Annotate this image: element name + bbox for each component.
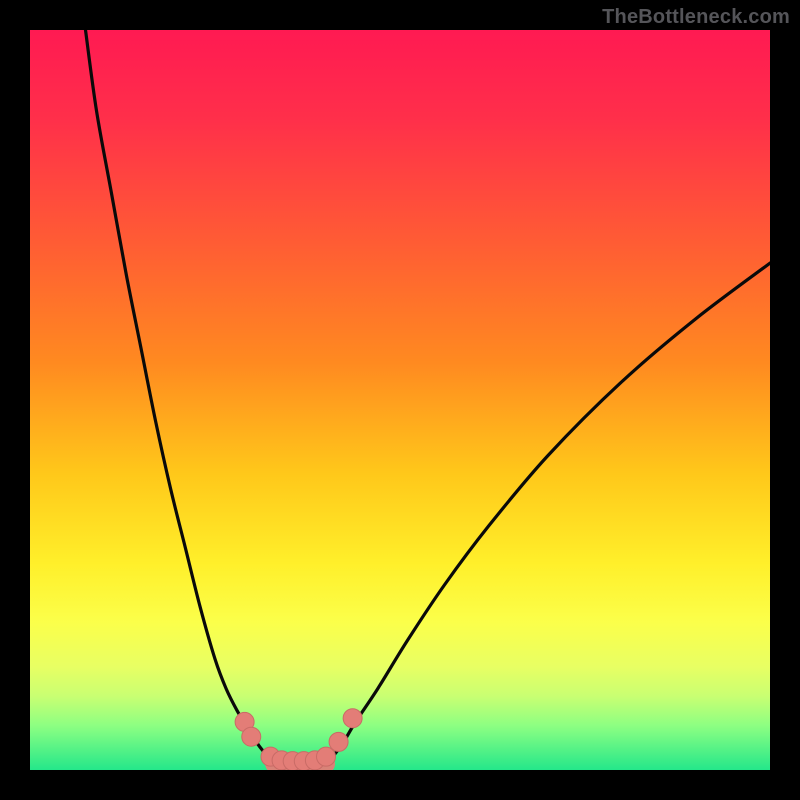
gradient-background [30, 30, 770, 770]
watermark-label: TheBottleneck.com [602, 6, 790, 29]
outer-frame: TheBottleneck.com [0, 0, 800, 800]
plot-area [30, 30, 770, 770]
marker-dot [317, 747, 336, 766]
marker-dot [242, 727, 261, 746]
marker-dot [343, 709, 362, 728]
marker-dot [329, 732, 348, 751]
chart-svg [30, 30, 770, 770]
